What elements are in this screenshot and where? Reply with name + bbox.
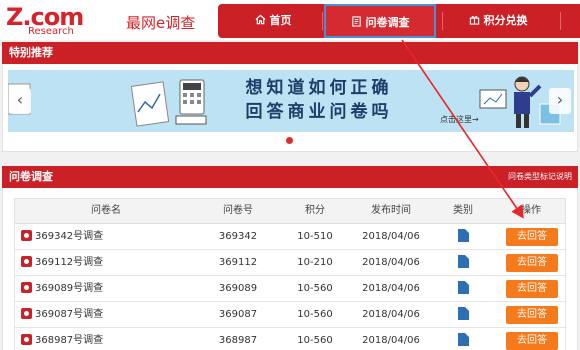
answer-button[interactable]: 去回答 [506,306,558,324]
answer-button[interactable]: 去回答 [506,228,558,246]
nav-divider [560,12,561,30]
gift-icon [469,15,479,25]
table-row: 369087号调查 369087 10-560 2018/04/06 去回答 [14,302,566,328]
survey-date: 2018/04/06 [362,283,420,294]
nav-divider [322,12,323,30]
survey-points: 10-560 [297,309,333,320]
col-header-date: 发布时间 [371,205,411,216]
survey-title: 问卷调查 [9,170,53,183]
carousel-dot[interactable] [286,137,293,144]
survey-type-legend-link[interactable]: 问卷类型标记说明 [508,166,572,188]
survey-name-cell[interactable]: 369342号调查 [21,224,197,250]
survey-name-cell[interactable]: 368987号调查 [21,328,197,350]
document-icon [457,229,469,242]
category-cell [431,276,495,302]
nav-home[interactable]: 首页 [228,4,318,38]
banner-link[interactable]: 点击这里→ [440,114,479,125]
survey-type-icon [21,282,32,293]
document-icon [457,255,469,268]
survey-name: 369112号调查 [35,257,104,268]
survey-name-cell[interactable]: 369112号调查 [21,250,197,276]
answer-button[interactable]: 去回答 [506,332,558,350]
col-header-id: 问卷号 [223,205,253,216]
survey-points: 10-510 [297,231,333,242]
table-row: 369112号调查 369112 10-210 2018/04/06 去回答 [14,250,566,276]
banner-line-1: 想知道如何正确 [245,78,393,98]
table-header: 问卷名 问卷号 积分 发布时间 类别 操作 [14,198,566,224]
survey-date: 2018/04/06 [362,257,420,268]
banner-headline: 想知道如何正确 回答商业问卷吗 [224,76,414,124]
survey-id: 369342 [218,231,258,242]
nav-points-exchange[interactable]: 积分兑换 [446,4,550,38]
nav-divider [442,12,443,30]
category-cell [431,302,495,328]
header: Z.com Research 最网e调查 首页 问卷调查 积分兑换 [0,0,580,40]
answer-button[interactable]: 去回答 [506,280,558,298]
survey-id: 369089 [218,283,258,294]
nav-points-label: 积分兑换 [483,14,528,27]
document-icon [457,333,469,346]
survey-type-icon [21,334,32,345]
survey-name-cell[interactable]: 369089号调查 [21,276,197,302]
col-header-name: 问卷名 [91,205,121,216]
nav-survey[interactable]: 问卷调查 [324,4,436,38]
table-row: 369342号调查 369342 10-510 2018/04/06 去回答 [14,224,566,250]
banner-next-button[interactable]: › [549,88,571,114]
main-nav: 首页 问卷调查 积分兑换 [218,4,580,38]
survey-id: 368987 [218,335,258,346]
survey-name: 369089号调查 [35,283,104,294]
site-name: 最网e调查 [126,14,196,32]
survey-points: 10-560 [297,283,333,294]
table-row: 369089号调查 369089 10-560 2018/04/06 去回答 [14,276,566,302]
survey-header: 问卷调查 问卷类型标记说明 [2,166,578,188]
survey-name: 368987号调查 [35,335,104,346]
survey-date: 2018/04/06 [362,231,420,242]
survey-date: 2018/04/06 [362,309,420,320]
category-cell [431,328,495,350]
category-cell [431,224,495,250]
nav-survey-label: 问卷调查 [365,16,410,29]
survey-name-cell[interactable]: 369087号调查 [21,302,197,328]
survey-name: 369087号调查 [35,309,104,320]
col-header-action: 操作 [521,205,541,216]
survey-id: 369112 [218,257,258,268]
banner-illustration-left [8,79,207,127]
featured-title: 特别推荐 [9,46,53,59]
category-cell [431,250,495,276]
chevron-left-icon: ‹ [16,90,24,109]
chevron-right-icon: › [556,90,564,109]
answer-button[interactable]: 去回答 [506,254,558,272]
survey-points: 10-210 [297,257,333,268]
banner-prev-button[interactable]: ‹ [9,88,31,114]
survey-type-icon [21,230,32,241]
table-row: 368987号调查 368987 10-560 2018/04/06 去回答 [14,328,566,350]
survey-date: 2018/04/06 [362,335,420,346]
featured-header: 特别推荐 [2,42,578,64]
survey-points: 10-560 [297,335,333,346]
col-header-category: 类别 [453,205,473,216]
survey-type-icon [21,256,32,267]
home-icon [255,14,265,25]
document-icon [457,307,469,320]
logo-subtext: Research [28,26,74,37]
nav-home-label: 首页 [269,14,292,27]
banner-line-2: 回答商业问卷吗 [245,102,393,122]
col-header-points: 积分 [305,205,325,216]
survey-id: 369087 [218,309,258,320]
survey-icon [351,16,361,27]
survey-name: 369342号调查 [35,231,104,242]
featured-banner[interactable]: 想知道如何正确 回答商业问卷吗 点击这里→ [8,70,574,132]
survey-type-icon [21,308,32,319]
document-icon [457,281,469,294]
